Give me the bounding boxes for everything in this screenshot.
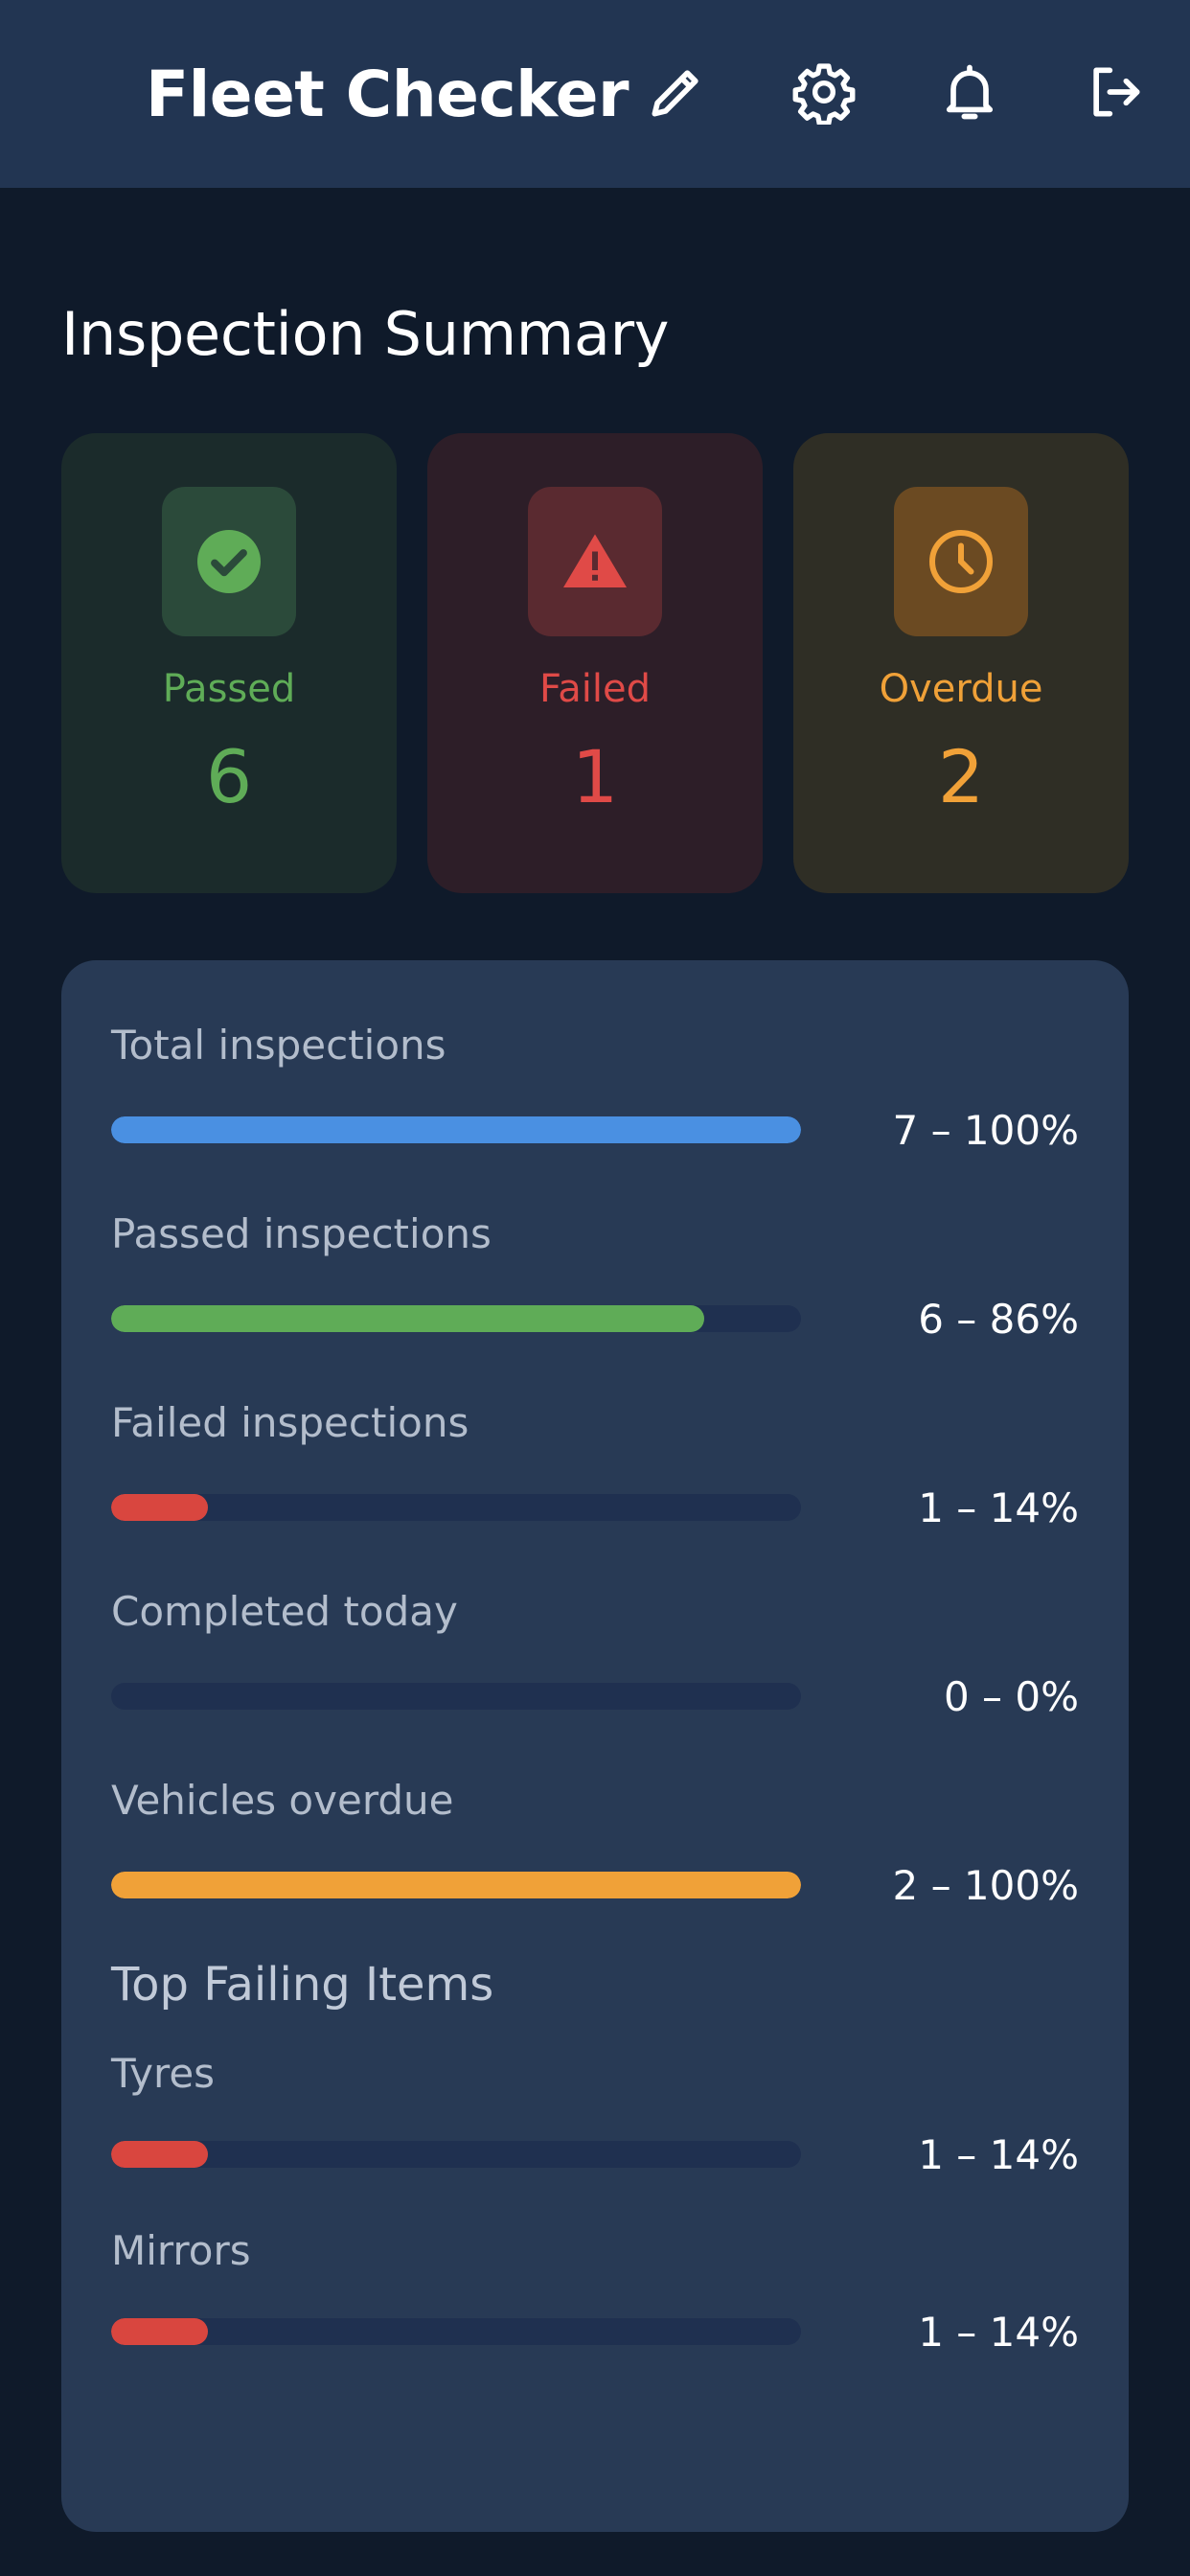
stat-label: Completed today [111,1588,458,1635]
settings-button[interactable] [776,46,872,142]
stat-row: 1 – 14% [111,1484,1079,1531]
logout-icon [1083,59,1148,128]
stat-row: 1 – 14% [111,2308,1079,2356]
clock-icon [929,530,993,593]
stat-item: Mirrors 1 – 14% [111,2227,1079,2356]
overdue-count: 2 [937,734,985,819]
stat-value: 1 – 14% [918,2130,1079,2178]
top-failing-list: Tyres 1 – 14% Mirrors 1 – 14% [111,2050,1079,2356]
stat-value: 6 – 86% [918,1295,1079,1343]
progress-bar-track [111,1116,801,1143]
stat-label: Vehicles overdue [111,1777,454,1824]
overdue-label: Overdue [879,667,1043,711]
stat-value: 7 – 100% [892,1106,1080,1154]
stat-label: Total inspections [111,1022,446,1069]
warning-triangle-icon [563,534,627,587]
progress-bar-fill [111,2141,208,2168]
progress-bar-track [111,1494,801,1521]
stat-row: 7 – 100% [111,1106,1080,1154]
stat-item: Total inspections 7 – 100% [111,1022,1080,1154]
stat-label: Passed inspections [111,1210,492,1257]
failed-icon-tile [528,487,662,636]
stat-value: 1 – 14% [918,1484,1079,1531]
stat-row: 6 – 86% [111,1295,1079,1343]
stats-panel: Total inspections 7 – 100% Passed inspecti… [61,960,1129,2532]
progress-bar-fill [111,1116,801,1143]
stats-list: Total inspections 7 – 100% Passed inspecti… [111,1022,1080,1909]
app-header: Fleet Checker [0,0,1190,188]
overdue-card[interactable]: Overdue 2 [793,433,1129,893]
notification-bell-icon [937,59,1002,128]
settings-gear-icon [791,59,857,128]
stat-value: 0 – 0% [943,1672,1079,1720]
passed-icon-tile [162,487,296,636]
progress-bar-fill [111,2318,208,2345]
progress-bar-track [111,1305,801,1332]
stat-item: Failed inspections 1 – 14% [111,1399,1079,1531]
progress-bar-fill [111,1305,705,1332]
failed-card[interactable]: Failed 1 [427,433,763,893]
stat-row: 0 – 0% [111,1672,1079,1720]
passed-card[interactable]: Passed 6 [61,433,397,893]
app-title: Fleet Checker [146,57,629,131]
progress-bar-track [111,2318,801,2345]
progress-bar-track [111,2141,801,2168]
notifications-button[interactable] [922,46,1018,142]
progress-bar-track [111,1683,801,1710]
passed-count: 6 [205,734,253,819]
progress-bar-track [111,1872,801,1898]
stat-label: Mirrors [111,2227,251,2274]
stat-item: Passed inspections 6 – 86% [111,1210,1079,1343]
stat-item: Vehicles overdue 2 – 100% [111,1777,1080,1909]
stat-row: 1 – 14% [111,2130,1079,2178]
failed-count: 1 [571,734,619,819]
passed-label: Passed [162,667,296,711]
progress-bar-fill [111,1494,208,1521]
top-failing-title: Top Failing Items [111,1958,494,2012]
edit-button[interactable] [629,46,724,142]
failed-label: Failed [538,667,652,711]
stat-row: 2 – 100% [111,1861,1080,1909]
app-root: Fleet Checker Inspection Summary Passed … [0,0,1190,2576]
summary-cards: Passed 6 Failed 1 Overdue 2 [61,433,1129,893]
stat-value: 1 – 14% [918,2308,1079,2356]
stat-item: Tyres 1 – 14% [111,2050,1079,2178]
stat-item: Completed today 0 – 0% [111,1588,1079,1720]
stat-label: Tyres [111,2050,216,2097]
overdue-icon-tile [894,487,1028,636]
edit-icon [644,59,709,128]
logout-button[interactable] [1067,46,1163,142]
stat-value: 2 – 100% [892,1861,1080,1909]
progress-bar-fill [111,1872,801,1898]
check-circle-icon [197,530,261,593]
inspection-summary-title: Inspection Summary [61,299,670,369]
stat-label: Failed inspections [111,1399,469,1446]
